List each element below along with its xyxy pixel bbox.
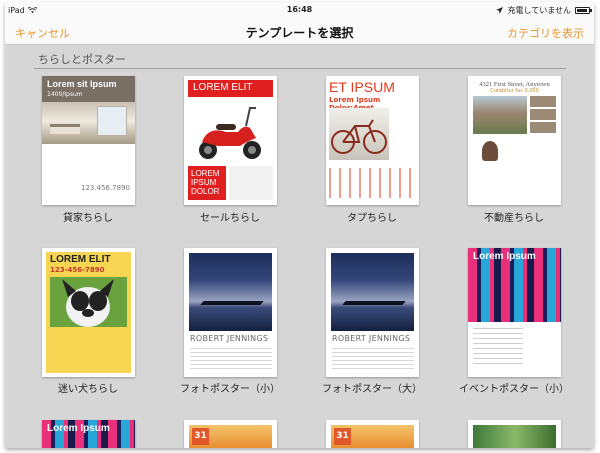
thumb-subheading: Curabitur fus 0,000 (490, 88, 539, 94)
thumb-heading: LOREM ELIT (50, 254, 111, 265)
section-title: ちらしとポスター (38, 53, 126, 66)
template-caption: セールちらし (200, 213, 260, 224)
thumb-body-text (190, 348, 272, 372)
scooter-image (199, 107, 261, 159)
thumb-date-badge: 31 (192, 428, 209, 445)
thumb-heading: 4321 First Street, Anytown (479, 81, 550, 88)
status-bar: iPad 16:48 充電していません (5, 2, 594, 18)
template-caption: フォトポスター（小） (180, 384, 280, 395)
thumb-name: ROBERT JENNINGS (332, 334, 411, 343)
thumb-interior-photos (530, 96, 556, 134)
template-photo-poster-large[interactable]: ROBERT JENNINGS (326, 248, 419, 377)
template-real-estate-flyer[interactable]: 4321 First Street, Anytown Curabitur fus… (468, 76, 561, 205)
thumb-subheading: 123-456-7890 (50, 266, 105, 274)
status-right: 充電していません (496, 5, 592, 16)
thumb-agent-photo (482, 141, 498, 161)
thumb-body-text (332, 348, 414, 372)
show-categories-button[interactable]: カテゴリを表示 (507, 25, 584, 41)
thumb-title-bar: LOREM ELIT (188, 80, 273, 97)
thumb-body-text (473, 328, 523, 368)
bicycle-icon (331, 119, 387, 154)
template-rental-flyer[interactable]: Lorem sit Ipsum 1400/Ipsum 123.456.7890 (42, 76, 135, 205)
thumb-heading: LOREM ELIT (193, 82, 253, 93)
thumb-bicycle-photo (329, 108, 389, 160)
template-calendar-poster-large[interactable]: 31 (326, 420, 419, 448)
template-photo-poster-small[interactable]: ROBERT JENNINGS (184, 248, 277, 377)
battery-status: 充電していません (507, 6, 571, 15)
thumb-sofa (50, 124, 80, 134)
thumb-name: ROBERT JENNINGS (190, 334, 269, 343)
thumb-text-block (229, 166, 273, 200)
page-title: テンプレートを選択 (245, 26, 354, 40)
thumb-pier (200, 301, 264, 305)
thumb-heading: ET IPSUM (329, 79, 395, 95)
thumb-lake-photo (331, 253, 414, 331)
location-arrow-icon (496, 7, 504, 14)
thumb-window (97, 106, 127, 136)
thumb-header-band: Lorem sit Ipsum 1400/Ipsum (42, 76, 135, 102)
thumb-tear-tabs (329, 168, 415, 198)
template-calendar-poster[interactable]: 31 (184, 420, 277, 448)
template-caption: 不動産ちらし (484, 213, 544, 224)
thumb-phone: 123.456.7890 (81, 184, 130, 192)
thumb-date-badge: 31 (334, 428, 351, 445)
app-frame: iPad 16:48 充電していません キャンセル テンプレートを選択 カテゴリ… (5, 2, 594, 448)
template-school-poster[interactable] (468, 420, 561, 448)
thumb-heading: Lorem Ipsum (473, 251, 536, 262)
template-caption: 迷い犬ちらし (58, 384, 118, 395)
template-event-poster-small[interactable]: Lorem Ipsum (468, 248, 561, 377)
template-caption: イベントポスター（小） (459, 384, 569, 395)
section-divider (34, 68, 566, 69)
template-caption: 貸家ちらし (63, 213, 113, 224)
thumb-pier (342, 301, 406, 305)
template-caption: タプちらし (347, 213, 397, 224)
thumb-subheading: 1400/Ipsum (47, 91, 83, 98)
battery-icon (575, 7, 592, 14)
template-event-poster-large[interactable]: Lorem Ipsum (42, 420, 135, 448)
thumb-dog-photo (50, 277, 127, 327)
template-tab-flyer[interactable]: ET IPSUM Lorem Ipsum Dolor:Amet (326, 76, 419, 205)
template-sale-flyer[interactable]: LOREM ELIT LOREM IPSUM DOLOR (184, 76, 277, 205)
thumb-lake-photo (189, 253, 272, 331)
navigation-bar: キャンセル テンプレートを選択 カテゴリを表示 (5, 18, 594, 45)
thumb-heading: Lorem Ipsum (47, 423, 110, 434)
dog-icon (62, 279, 114, 327)
thumb-heading: Lorem sit Ipsum (47, 79, 117, 89)
thumb-photo (473, 425, 556, 448)
thumb-red-block: LOREM IPSUM DOLOR (188, 166, 226, 200)
template-lost-dog-flyer[interactable]: LOREM ELIT 123-456-7890 (42, 248, 135, 377)
thumb-house-photo (473, 96, 527, 134)
template-caption: フォトポスター（大） (322, 384, 422, 395)
